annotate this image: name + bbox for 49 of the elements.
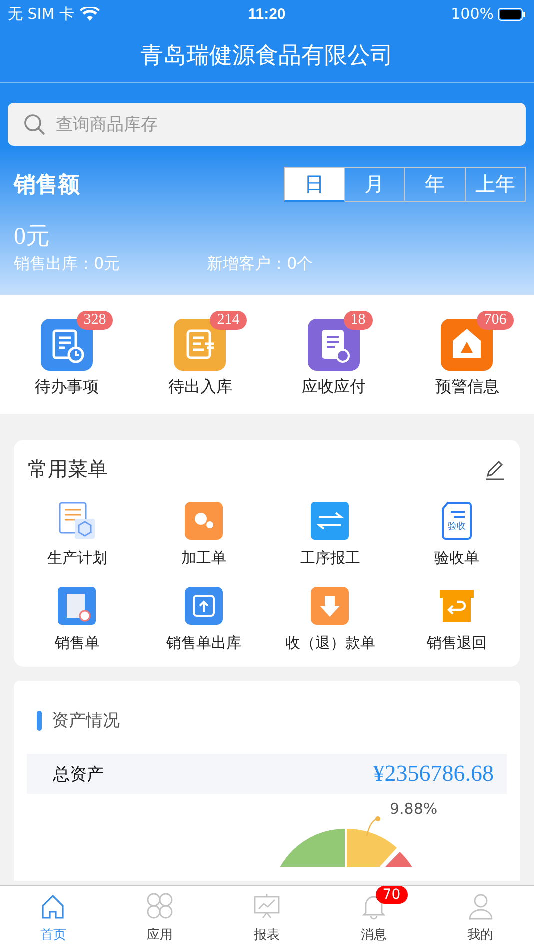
person-icon (466, 892, 495, 920)
sales-title: 销售额 (14, 172, 80, 200)
menu-item[interactable]: 验收 验收单 (394, 501, 520, 568)
menu-icon (310, 501, 350, 541)
chart-label: 9.88% (390, 800, 438, 818)
battery-icon (498, 8, 526, 20)
clock: 11:20 (248, 6, 286, 22)
tab-item[interactable]: 70 消息 (320, 886, 428, 950)
tab-item[interactable]: 报表 (214, 886, 320, 950)
menu-icon (184, 501, 224, 541)
menu-item[interactable]: 工序报工 (267, 501, 394, 568)
menu-item[interactable]: 收（退）款单 (267, 586, 394, 653)
quick-action[interactable]: 214 待出入库 (134, 307, 267, 398)
tab-item[interactable]: 应用 (106, 886, 214, 950)
period-tab[interactable]: 日 (284, 167, 344, 202)
sales-amount: 0元 (14, 223, 51, 252)
quick-action[interactable]: 18 应收应付 (267, 307, 400, 398)
menu-item[interactable]: 加工单 (140, 501, 267, 568)
quick-action[interactable]: 706 预警信息 (400, 307, 534, 398)
quick-action[interactable]: 328 待办事项 (0, 307, 134, 398)
sales-stat: 销售出库：0元 (14, 254, 122, 275)
menu-item[interactable]: 生产计划 (14, 501, 140, 568)
count-badge: 214 (210, 311, 247, 330)
grid-icon (146, 892, 174, 920)
section-marker (37, 710, 42, 730)
tab-item[interactable]: 我的 (427, 886, 534, 950)
carrier: 无 SIM 卡 (8, 4, 74, 24)
count-badge: 328 (76, 311, 114, 330)
count-badge: 706 (477, 311, 514, 330)
edit-icon[interactable] (484, 458, 506, 480)
count-badge: 18 (344, 311, 373, 330)
menu-icon (57, 586, 98, 626)
total-label: 总资产 (53, 764, 104, 786)
battery-percent: 100% (451, 5, 494, 23)
menu-icon (310, 586, 350, 626)
menu-item[interactable]: 销售单 (14, 586, 140, 653)
chart-board-icon (252, 892, 281, 920)
total-value: ¥2356786.68 (373, 761, 494, 787)
search-field[interactable]: 查询商品库存 (8, 103, 526, 146)
sales-stat: 新增客户：0个 (207, 254, 314, 275)
menu-icon (184, 586, 224, 626)
section-title: 资产情况 (52, 710, 120, 732)
menu-icon (57, 501, 98, 541)
company-title: 青岛瑞健源食品有限公司 (140, 42, 394, 70)
count-badge: 70 (376, 886, 408, 904)
menu-item[interactable]: 销售退回 (394, 586, 520, 653)
wifi-icon (80, 6, 100, 22)
menu-item[interactable]: 销售单出库 (140, 586, 267, 653)
menu-title: 常用菜单 (28, 456, 108, 483)
